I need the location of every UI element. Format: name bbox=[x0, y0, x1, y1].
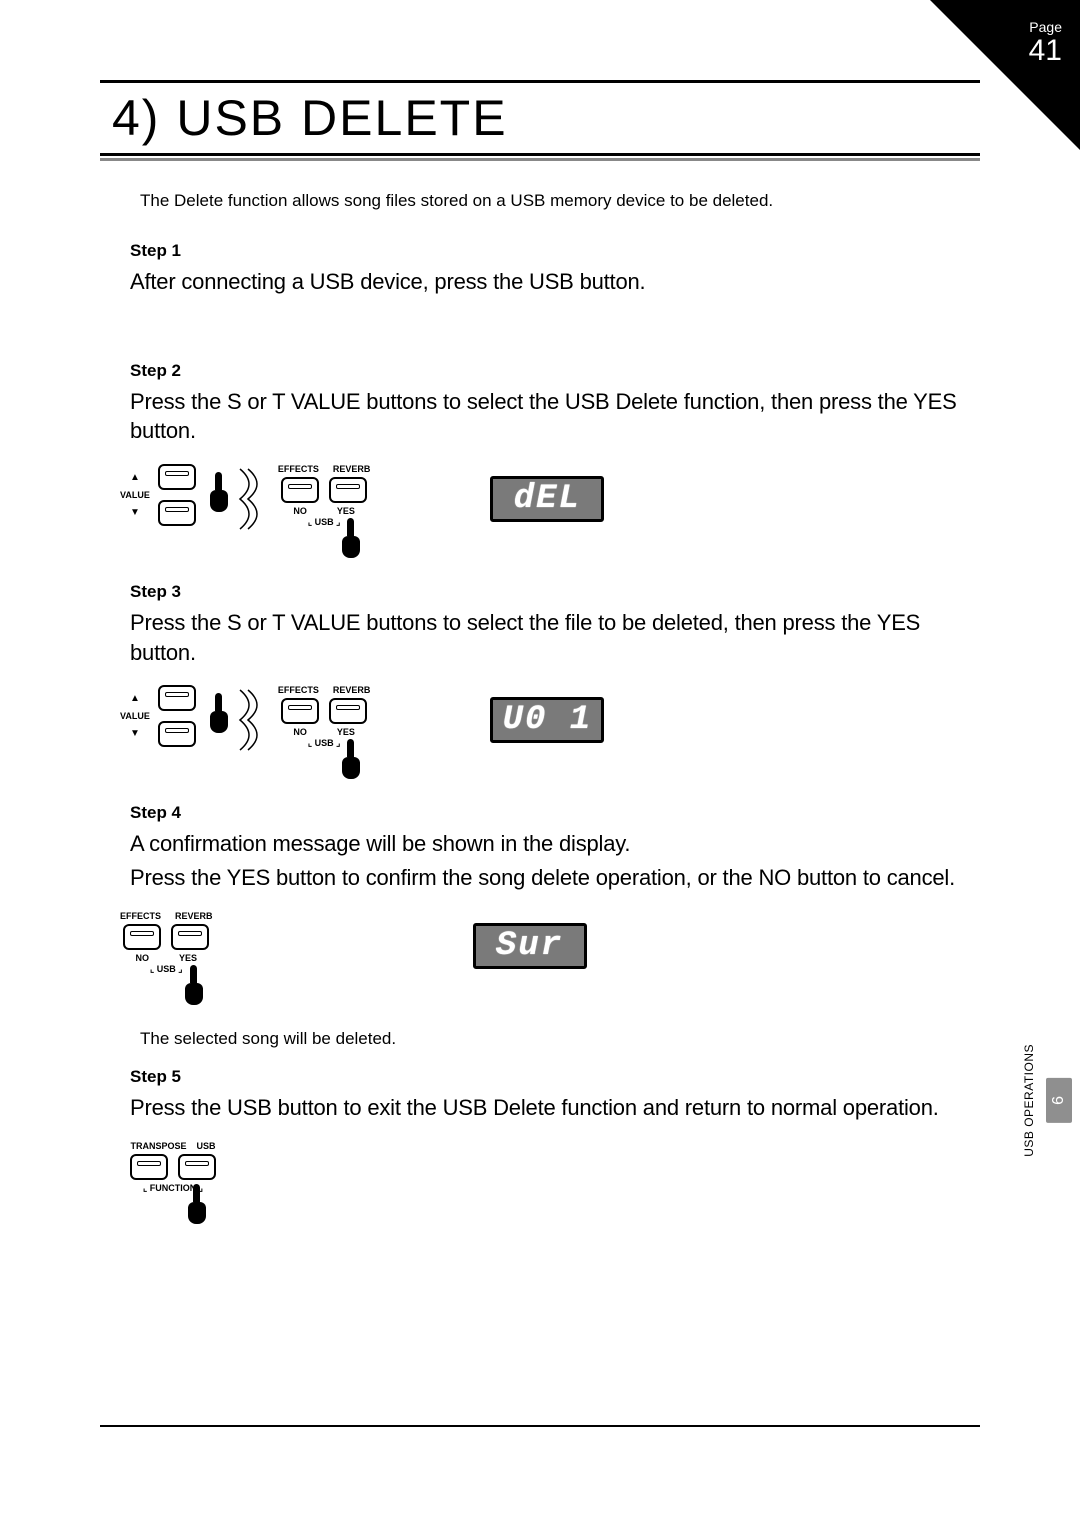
transpose-caption: TRANSPOSE bbox=[130, 1141, 186, 1151]
step4-text-2: Press the YES button to confirm the song… bbox=[130, 863, 980, 893]
effects-reverb-diagram: EFFECTS REVERB NO YES USB bbox=[278, 685, 371, 779]
reverb-caption: REVERB bbox=[175, 911, 213, 921]
reverb-button bbox=[171, 924, 209, 950]
step1-label: Step 1 bbox=[130, 241, 980, 261]
transpose-usb-diagram: TRANSPOSE USB FUNCTION bbox=[130, 1141, 216, 1224]
pointing-hand-icon bbox=[336, 745, 366, 779]
step4-label: Step 4 bbox=[130, 803, 980, 823]
deletion-note: The selected song will be deleted. bbox=[140, 1029, 980, 1049]
transpose-button bbox=[130, 1154, 168, 1180]
effects-button bbox=[281, 698, 319, 724]
value-up-button bbox=[158, 685, 196, 711]
lcd-text: U0 1 bbox=[503, 701, 593, 739]
value-down-button bbox=[158, 500, 196, 526]
page-number: 41 bbox=[1029, 35, 1062, 67]
intro-text: The Delete function allows song files st… bbox=[140, 191, 980, 211]
pointing-hand-icon bbox=[336, 524, 366, 558]
triangle-up-icon: ▲ bbox=[130, 473, 140, 483]
usb-button bbox=[178, 1154, 216, 1180]
no-caption: NO bbox=[136, 953, 150, 963]
transition-curves-icon bbox=[238, 464, 274, 534]
step3-text: Press the S or T VALUE buttons to select… bbox=[130, 608, 980, 667]
lcd-display: Sur bbox=[473, 923, 587, 969]
step5-label: Step 5 bbox=[130, 1067, 980, 1087]
step4-text-1: A confirmation message will be shown in … bbox=[130, 829, 980, 859]
reverb-caption: REVERB bbox=[333, 464, 371, 474]
effects-caption: EFFECTS bbox=[278, 685, 319, 695]
pointing-hand-icon bbox=[204, 699, 234, 733]
lcd-display: dEL bbox=[490, 476, 604, 522]
lcd-text: dEL bbox=[514, 480, 581, 518]
triangle-down-icon: ▼ bbox=[130, 729, 140, 739]
pointing-hand-icon bbox=[204, 478, 234, 512]
reverb-button bbox=[329, 698, 367, 724]
pointing-hand-icon bbox=[179, 971, 209, 1005]
step2-text: Press the S or T VALUE buttons to select… bbox=[130, 387, 980, 446]
reverb-button bbox=[329, 477, 367, 503]
triangle-up-icon: ▲ bbox=[130, 694, 140, 704]
value-buttons-diagram: ▲ VALUE ▼ bbox=[120, 685, 234, 747]
yes-caption: YES bbox=[179, 953, 197, 963]
page-corner: Page 41 bbox=[930, 0, 1080, 150]
bottom-rule bbox=[100, 1425, 980, 1427]
yes-caption: YES bbox=[337, 506, 355, 516]
step1-text: After connecting a USB device, press the… bbox=[130, 267, 980, 297]
no-caption: NO bbox=[293, 506, 307, 516]
lcd-text: Sur bbox=[496, 927, 563, 965]
triangle-down-icon: ▼ bbox=[130, 508, 140, 518]
yes-caption: YES bbox=[337, 727, 355, 737]
reverb-caption: REVERB bbox=[333, 685, 371, 695]
effects-reverb-diagram: EFFECTS REVERB NO YES USB bbox=[120, 911, 213, 1005]
effects-button bbox=[123, 924, 161, 950]
effects-reverb-diagram: EFFECTS REVERB NO YES USB bbox=[278, 464, 371, 558]
step3-label: Step 3 bbox=[130, 582, 980, 602]
effects-caption: EFFECTS bbox=[120, 911, 161, 921]
lcd-display: U0 1 bbox=[490, 697, 604, 743]
transition-curves-icon bbox=[238, 685, 274, 755]
value-down-button bbox=[158, 721, 196, 747]
pointing-hand-icon bbox=[182, 1190, 212, 1224]
step2-label: Step 2 bbox=[130, 361, 980, 381]
value-caption: VALUE bbox=[120, 491, 150, 500]
usb-caption: USB bbox=[197, 1141, 216, 1151]
side-chapter-number: 6 bbox=[1046, 1078, 1072, 1123]
effects-caption: EFFECTS bbox=[278, 464, 319, 474]
value-up-button bbox=[158, 464, 196, 490]
side-section-label: USB OPERATIONS bbox=[1022, 1044, 1036, 1157]
page-title: 4) USB DELETE bbox=[100, 83, 980, 153]
step5-text: Press the USB button to exit the USB Del… bbox=[130, 1093, 980, 1123]
value-caption: VALUE bbox=[120, 712, 150, 721]
effects-button bbox=[281, 477, 319, 503]
no-caption: NO bbox=[293, 727, 307, 737]
value-buttons-diagram: ▲ VALUE ▼ bbox=[120, 464, 234, 526]
page-label: Page bbox=[1029, 20, 1062, 35]
